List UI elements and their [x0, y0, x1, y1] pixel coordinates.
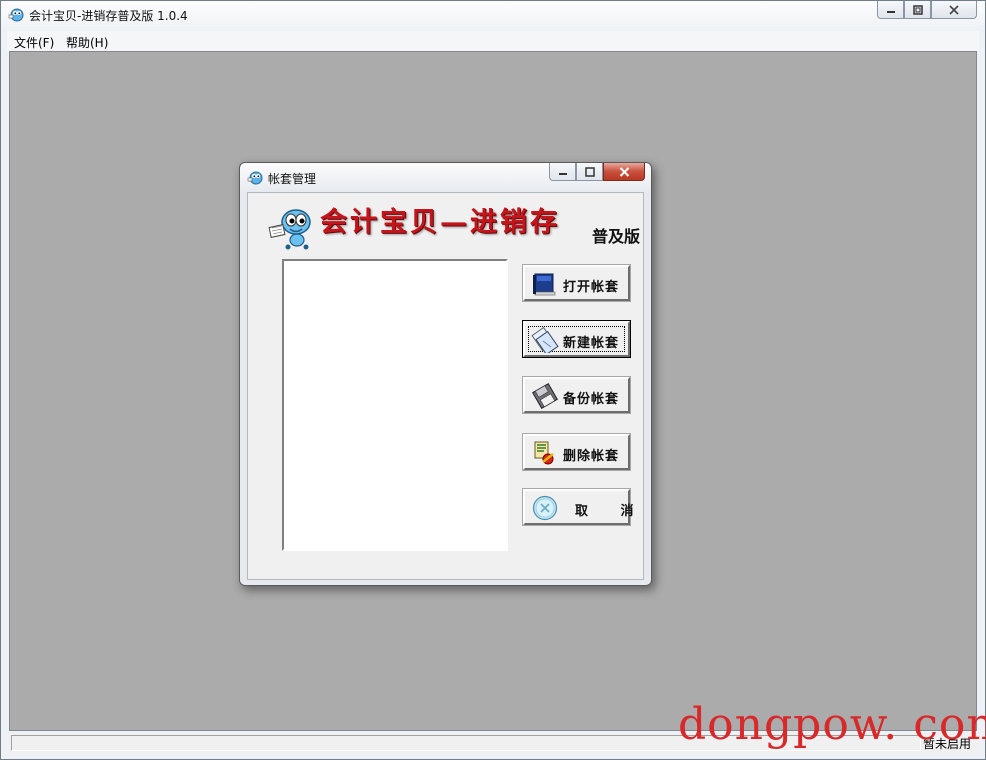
- book-icon: [533, 273, 556, 296]
- logo-title: 会计宝贝—进销存: [320, 207, 560, 238]
- logo-edition: 普及版: [592, 227, 641, 246]
- dialog-mascot-icon: [247, 171, 263, 185]
- dialog-maximize-button[interactable]: [576, 163, 603, 181]
- mascot-logo: [268, 209, 311, 250]
- cancel-icon: [532, 495, 558, 521]
- new-document-icon: [531, 327, 559, 353]
- app-mascot-icon: [8, 8, 24, 22]
- window-controls: [877, 1, 977, 19]
- delete-account-label: 删除帐套: [563, 449, 620, 464]
- backup-account-button[interactable]: 备份帐套: [522, 376, 631, 414]
- account-list[interactable]: [282, 259, 508, 551]
- cancel-label: 取 消: [575, 504, 648, 519]
- watermark: dongpow. com: [678, 699, 986, 750]
- open-account-label: 打开帐套: [563, 280, 620, 295]
- new-account-button[interactable]: 新建帐套: [522, 320, 631, 358]
- minimize-button[interactable]: [877, 1, 904, 19]
- delete-icon: [534, 441, 554, 465]
- window-title: 会计宝贝-进销存普及版 1.0.4: [29, 9, 188, 23]
- new-account-label: 新建帐套: [563, 336, 620, 351]
- delete-account-button[interactable]: 删除帐套: [522, 433, 631, 471]
- dialog-window-controls: [549, 163, 645, 181]
- floppy-disk-icon: [532, 383, 558, 409]
- restore-icon: [912, 4, 923, 15]
- minimize-icon: [558, 172, 567, 175]
- cancel-button[interactable]: 取 消: [522, 488, 634, 526]
- backup-account-label: 备份帐套: [563, 392, 620, 407]
- close-icon: [619, 166, 629, 177]
- account-management-dialog: 帐套管理 会计宝贝—进销存 普及版 打开帐套 新建帐套 备份帐套 删除帐套 取 …: [239, 162, 652, 586]
- menu-file[interactable]: 文件(F): [14, 34, 54, 51]
- dialog-title-bar[interactable]: 帐套管理: [240, 163, 651, 191]
- minimize-icon: [886, 10, 895, 13]
- title-bar[interactable]: 会计宝贝-进销存普及版 1.0.4: [1, 1, 985, 29]
- open-account-button[interactable]: 打开帐套: [522, 264, 631, 302]
- maximize-icon: [584, 166, 595, 177]
- maximize-button[interactable]: [904, 1, 931, 19]
- close-button[interactable]: [931, 1, 977, 19]
- close-icon: [949, 4, 959, 15]
- menu-help[interactable]: 帮助(H): [66, 34, 108, 51]
- menu-bar: 文件(F) 帮助(H): [7, 31, 979, 51]
- dialog-close-button[interactable]: [603, 163, 645, 181]
- dialog-title: 帐套管理: [268, 172, 317, 186]
- dialog-minimize-button[interactable]: [549, 163, 576, 181]
- dialog-body: 会计宝贝—进销存 普及版 打开帐套 新建帐套 备份帐套 删除帐套 取 消: [247, 192, 644, 580]
